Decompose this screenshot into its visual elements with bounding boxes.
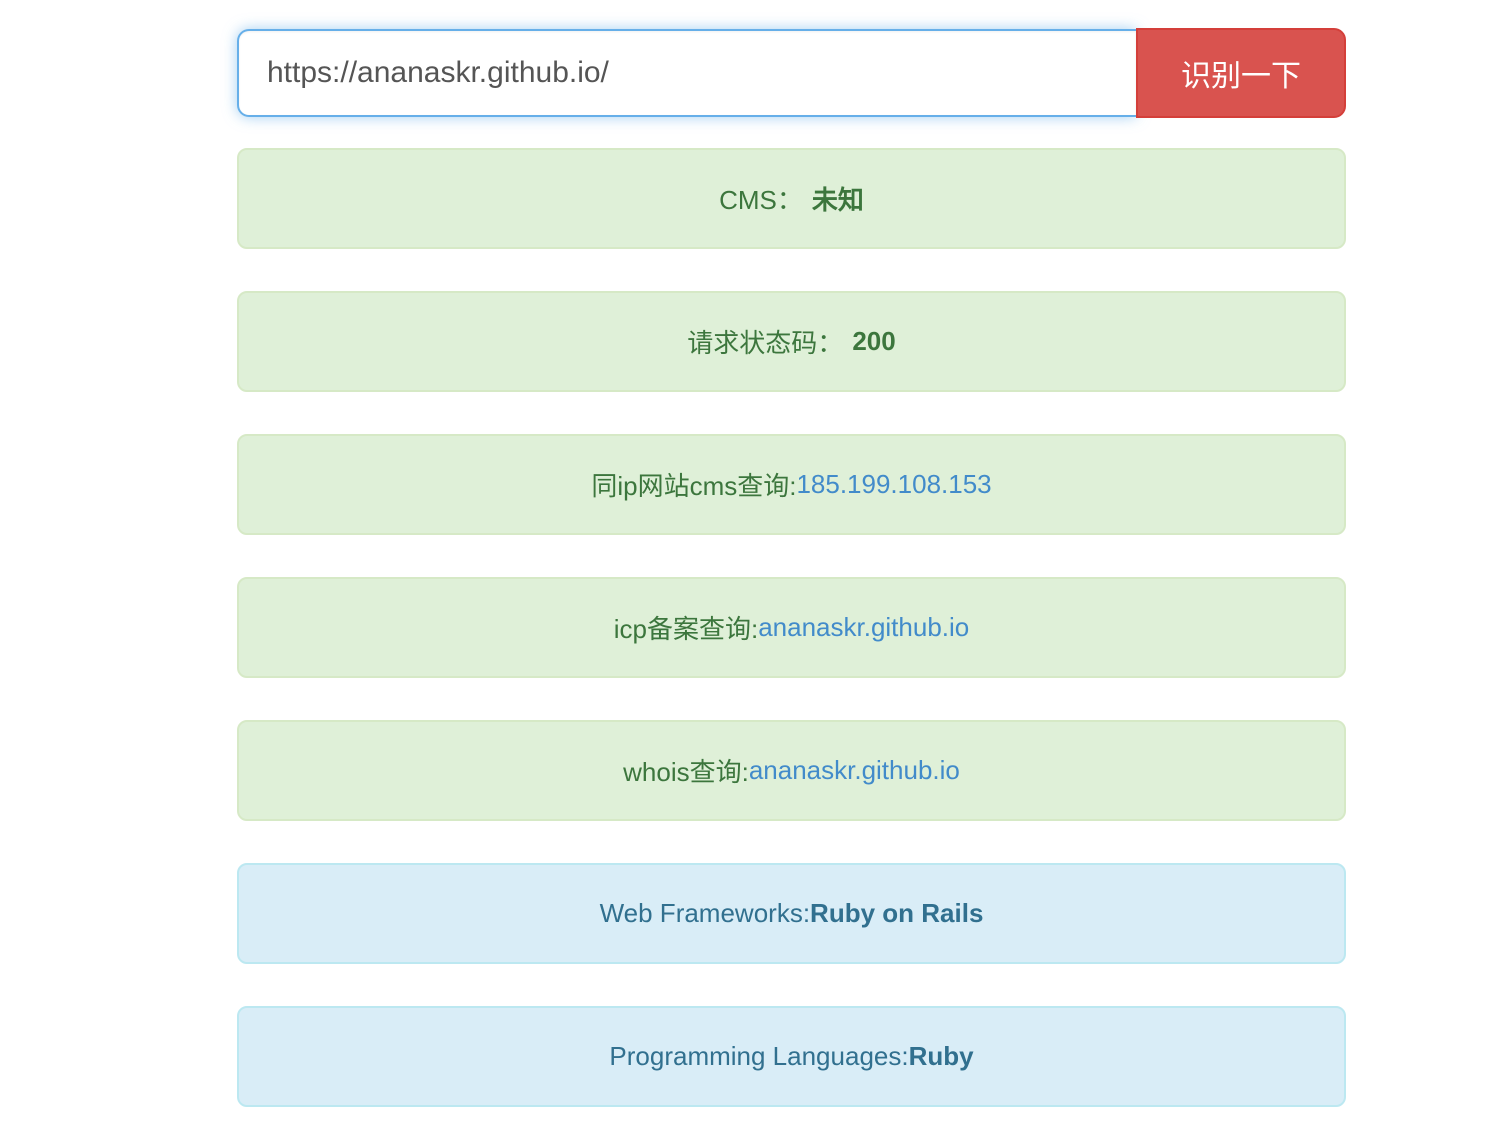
url-input-group: 识别一下 bbox=[237, 28, 1346, 118]
programming-languages-value: Ruby bbox=[908, 1041, 974, 1071]
main-content: 识别一下 CMS： 未知 请求状态码： 200 同ip网站cms查询:185.199… bbox=[237, 0, 1346, 1107]
result-icp-lookup: icp备案查询: ananaskr.github.io bbox=[237, 577, 1346, 678]
url-input[interactable] bbox=[237, 29, 1136, 117]
icp-lookup-label: icp备案查询: bbox=[613, 614, 759, 644]
same-ip-cms-label: 同ip网站cms查询: bbox=[591, 471, 797, 501]
icp-lookup-link[interactable]: ananaskr.github.io bbox=[758, 612, 969, 643]
detect-button[interactable]: 识别一下 bbox=[1136, 28, 1346, 118]
result-cms: CMS： 未知 bbox=[237, 148, 1346, 249]
result-status-code-value: 200 bbox=[852, 326, 896, 356]
result-status-code: 请求状态码： 200 bbox=[237, 291, 1346, 392]
whois-lookup-label: whois查询: bbox=[623, 757, 749, 787]
result-programming-languages: Programming Languages: Ruby bbox=[237, 1006, 1346, 1107]
whois-lookup-link[interactable]: ananaskr.github.io bbox=[749, 755, 960, 786]
same-ip-cms-link[interactable]: 185.199.108.153 bbox=[796, 469, 991, 500]
programming-languages-label: Programming Languages: bbox=[609, 1041, 909, 1071]
web-frameworks-value: Ruby on Rails bbox=[810, 898, 984, 928]
web-frameworks-label: Web Frameworks: bbox=[599, 898, 811, 928]
result-whois-lookup: whois查询: ananaskr.github.io bbox=[237, 720, 1346, 821]
result-same-ip-cms-lookup: 同ip网站cms查询: 185.199.108.153 bbox=[237, 434, 1346, 535]
result-cms-value: 未知 bbox=[811, 185, 864, 215]
result-status-code-label: 请求状态码： bbox=[687, 328, 844, 358]
result-web-frameworks: Web Frameworks: Ruby on Rails bbox=[237, 863, 1346, 964]
result-cms-label: CMS： bbox=[719, 185, 803, 215]
